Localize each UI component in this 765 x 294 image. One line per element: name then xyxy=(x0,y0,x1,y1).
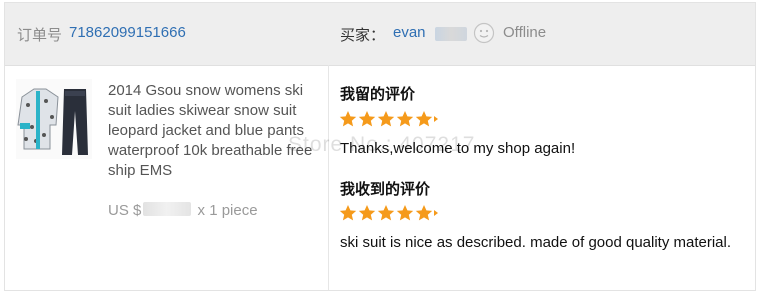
blurred-price xyxy=(143,202,192,216)
star-icon xyxy=(339,205,433,221)
order-number-link[interactable]: 71862099151666 xyxy=(69,24,186,41)
buyer-label: 买家： xyxy=(340,27,386,44)
order-number-label: 订单号 xyxy=(17,27,63,44)
received-review-stars xyxy=(339,205,438,221)
online-status: Offline xyxy=(503,24,547,41)
price-prefix: US $ xyxy=(108,202,142,219)
received-review-text: ski suit is nice as described. made of g… xyxy=(340,234,732,251)
offline-smiley-icon[interactable] xyxy=(473,22,495,44)
column-divider xyxy=(328,65,329,290)
star-icon xyxy=(339,111,433,127)
product-thumbnail[interactable] xyxy=(16,79,92,159)
my-review-title: 我留的评价 xyxy=(340,86,416,103)
quantity: x 1 piece xyxy=(197,202,258,219)
received-review-title: 我收到的评价 xyxy=(340,181,431,198)
blurred-name xyxy=(435,27,467,41)
order-card: 订单号 71862099151666 买家： evan Offline 2014… xyxy=(4,2,756,291)
buyer-name-link[interactable]: evan xyxy=(393,24,426,41)
order-header: 订单号 71862099151666 买家： evan Offline xyxy=(5,3,755,66)
store-watermark: Store No.: 407217 xyxy=(288,133,476,156)
product-title-link[interactable]: 2014 Gsou snow womens ski suit ladies sk… xyxy=(108,81,322,181)
my-review-stars xyxy=(339,111,438,127)
price-row: US $ x 1 piece xyxy=(108,202,258,219)
